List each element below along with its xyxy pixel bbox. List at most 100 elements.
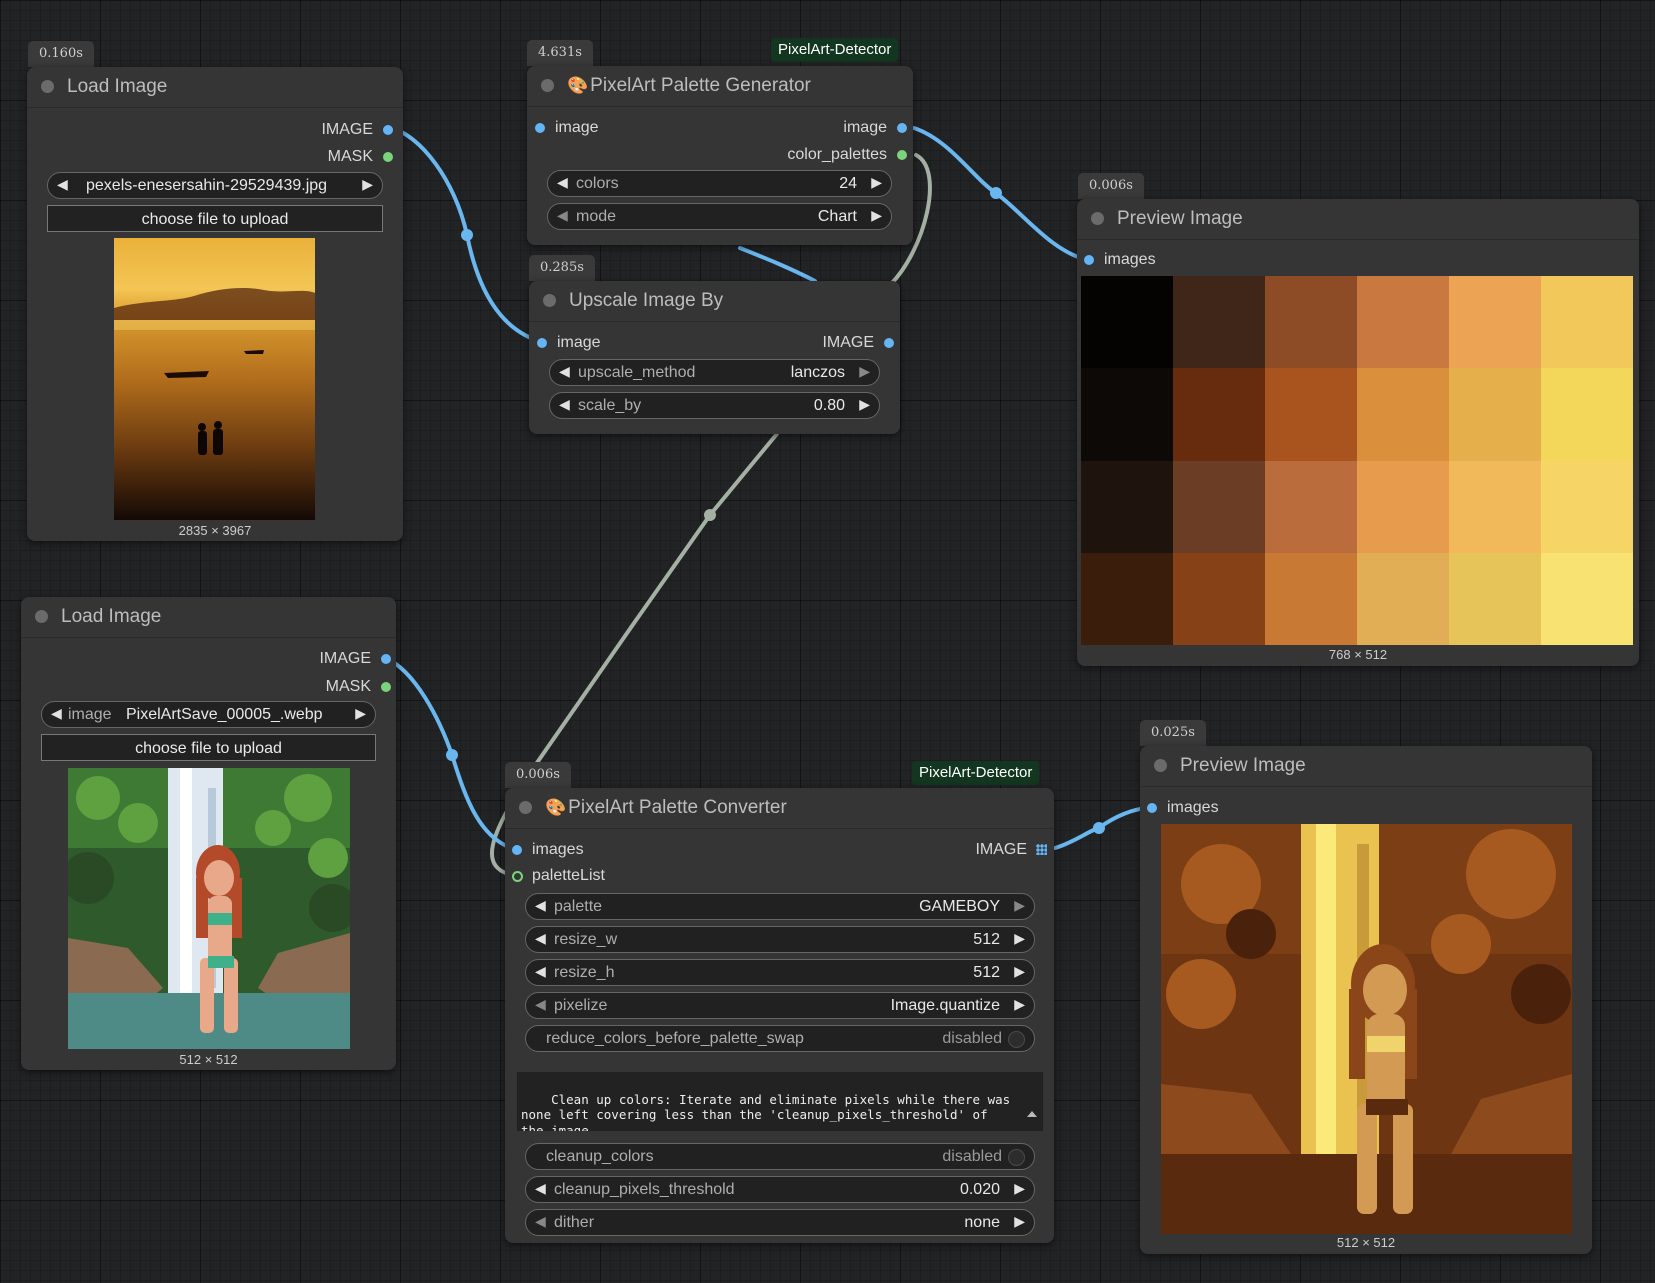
preview-image-node-1[interactable]: Preview Image images 768 × 512 bbox=[1077, 199, 1639, 666]
arrow-left-icon[interactable]: ◀ bbox=[557, 174, 568, 191]
resize-h-widget[interactable]: ◀ resize_h 512 ▶ bbox=[525, 959, 1035, 986]
output-image[interactable]: IMAGE bbox=[975, 839, 1047, 861]
input-port-icon[interactable] bbox=[1147, 803, 1157, 813]
preview-image-node-2[interactable]: Preview Image images 512 × 512 bbox=[1140, 746, 1592, 1254]
arrow-left-icon[interactable]: ◀ bbox=[559, 363, 570, 380]
node-title-bar[interactable]: Upscale Image By bbox=[529, 281, 900, 322]
output-mask[interactable]: MASK bbox=[326, 676, 391, 698]
arrow-right-icon[interactable]: ▶ bbox=[859, 396, 870, 413]
input-port-icon[interactable] bbox=[512, 845, 522, 855]
toggle-knob-icon[interactable] bbox=[1008, 1031, 1025, 1048]
arrow-left-icon[interactable]: ◀ bbox=[51, 705, 62, 722]
upload-button[interactable]: choose file to upload bbox=[47, 205, 383, 232]
output-image[interactable]: IMAGE bbox=[319, 648, 391, 670]
reroute-dot[interactable] bbox=[446, 749, 458, 761]
arrow-right-icon[interactable]: ▶ bbox=[871, 207, 882, 224]
arrow-right-icon[interactable]: ▶ bbox=[871, 174, 882, 191]
reroute-dot[interactable] bbox=[1093, 822, 1105, 834]
reroute-dot[interactable] bbox=[990, 187, 1002, 199]
node-title-bar[interactable]: 🎨 PixelArt Palette Converter bbox=[505, 788, 1054, 829]
textarea-scrollbar[interactable] bbox=[1025, 1077, 1039, 1131]
pixelize-combo-widget[interactable]: ◀ pixelize Image.quantize ▶ bbox=[525, 992, 1035, 1019]
arrow-left-icon[interactable]: ◀ bbox=[559, 396, 570, 413]
output-color-palettes[interactable]: color_palettes bbox=[787, 144, 907, 166]
input-image[interactable]: image bbox=[537, 332, 601, 354]
link-converter-to-preview2[interactable] bbox=[1053, 806, 1152, 850]
input-images[interactable]: images bbox=[1147, 797, 1219, 819]
collapse-dot-icon[interactable] bbox=[541, 79, 554, 92]
input-port-icon[interactable] bbox=[535, 123, 545, 133]
collapse-dot-icon[interactable] bbox=[1091, 212, 1104, 225]
reroute-dot[interactable] bbox=[461, 229, 473, 241]
output-image[interactable]: image bbox=[843, 117, 907, 139]
output-image[interactable]: IMAGE bbox=[822, 332, 894, 354]
arrow-right-icon[interactable]: ▶ bbox=[362, 176, 373, 193]
output-port-icon[interactable] bbox=[381, 682, 391, 692]
arrow-left-icon[interactable]: ◀ bbox=[57, 176, 68, 193]
toggle-knob-icon[interactable] bbox=[1008, 1149, 1025, 1166]
output-port-icon[interactable] bbox=[383, 152, 393, 162]
arrow-left-icon[interactable]: ◀ bbox=[535, 897, 546, 914]
output-mask[interactable]: MASK bbox=[328, 146, 393, 168]
node-title-bar[interactable]: 🎨 PixelArt Palette Generator bbox=[527, 66, 913, 107]
output-port-icon[interactable] bbox=[383, 125, 393, 135]
arrow-right-icon[interactable]: ▶ bbox=[1014, 963, 1025, 980]
upscale-method-widget[interactable]: ◀ upscale_method lanczos ▶ bbox=[549, 359, 880, 386]
input-images[interactable]: images bbox=[512, 839, 584, 861]
node-title-bar[interactable]: Preview Image bbox=[1140, 746, 1592, 787]
image-file-select[interactable]: ◀ pexels-enesersahin-29529439.jpg ▶ bbox=[47, 172, 383, 199]
link-generator-to-preview1[interactable] bbox=[912, 126, 1090, 262]
mode-combo-widget[interactable]: ◀ mode Chart ▶ bbox=[547, 203, 892, 230]
link-load2-to-converter[interactable] bbox=[383, 656, 519, 852]
palette-generator-node[interactable]: 🎨 PixelArt Palette Generator image image … bbox=[527, 66, 913, 245]
reduce-colors-toggle[interactable]: reduce_colors_before_palette_swap disabl… bbox=[525, 1025, 1035, 1052]
arrow-left-icon[interactable]: ◀ bbox=[535, 1180, 546, 1197]
node-title-bar[interactable]: Load Image bbox=[21, 597, 396, 638]
palette-combo-widget[interactable]: ◀ palette GAMEBOY ▶ bbox=[525, 893, 1035, 920]
description-textarea[interactable]: Clean up colors: Iterate and eliminate p… bbox=[517, 1072, 1043, 1131]
arrow-right-icon[interactable]: ▶ bbox=[859, 363, 870, 380]
colors-number-widget[interactable]: ◀ colors 24 ▶ bbox=[547, 170, 892, 197]
arrow-right-icon[interactable]: ▶ bbox=[1014, 1180, 1025, 1197]
arrow-right-icon[interactable]: ▶ bbox=[1014, 930, 1025, 947]
arrow-left-icon[interactable]: ◀ bbox=[535, 963, 546, 980]
collapse-dot-icon[interactable] bbox=[41, 80, 54, 93]
link-upscale-to-generator[interactable] bbox=[738, 246, 817, 283]
arrow-left-icon[interactable]: ◀ bbox=[535, 1213, 546, 1230]
collapse-dot-icon[interactable] bbox=[35, 610, 48, 623]
input-port-icon[interactable] bbox=[512, 871, 523, 882]
palette-converter-node[interactable]: 🎨 PixelArt Palette Converter images palet… bbox=[505, 788, 1054, 1243]
node-title-bar[interactable]: Preview Image bbox=[1077, 199, 1639, 240]
arrow-right-icon[interactable]: ▶ bbox=[355, 705, 366, 722]
collapse-dot-icon[interactable] bbox=[1154, 759, 1167, 772]
output-port-icon[interactable] bbox=[897, 123, 907, 133]
node-title-bar[interactable]: Load Image bbox=[27, 67, 403, 108]
image-file-select[interactable]: ◀ image PixelArtSave_00005_.webp ▶ bbox=[41, 701, 376, 728]
link-load1-to-upscale[interactable] bbox=[389, 126, 544, 344]
resize-w-widget[interactable]: ◀ resize_w 512 ▶ bbox=[525, 926, 1035, 953]
arrow-right-icon[interactable]: ▶ bbox=[1014, 1213, 1025, 1230]
reroute-dot[interactable] bbox=[704, 509, 716, 521]
dither-combo-widget[interactable]: ◀ dither none ▶ bbox=[525, 1209, 1035, 1236]
collapse-dot-icon[interactable] bbox=[519, 801, 532, 814]
cleanup-threshold-widget[interactable]: ◀ cleanup_pixels_threshold 0.020 ▶ bbox=[525, 1176, 1035, 1203]
input-port-icon[interactable] bbox=[1084, 255, 1094, 265]
input-image[interactable]: image bbox=[535, 117, 599, 139]
cleanup-colors-toggle[interactable]: cleanup_colors disabled bbox=[525, 1143, 1035, 1170]
upload-button[interactable]: choose file to upload bbox=[41, 734, 376, 761]
upscale-image-node[interactable]: Upscale Image By image IMAGE ◀ upscale_m… bbox=[529, 281, 900, 434]
output-port-icon[interactable] bbox=[897, 150, 907, 160]
grid-output-port-icon[interactable] bbox=[1036, 844, 1047, 855]
input-port-icon[interactable] bbox=[537, 338, 547, 348]
arrow-right-icon[interactable]: ▶ bbox=[1014, 897, 1025, 914]
input-images[interactable]: images bbox=[1084, 249, 1156, 271]
output-image[interactable]: IMAGE bbox=[321, 119, 393, 141]
output-port-icon[interactable] bbox=[884, 338, 894, 348]
arrow-left-icon[interactable]: ◀ bbox=[535, 996, 546, 1013]
collapse-dot-icon[interactable] bbox=[543, 294, 556, 307]
arrow-left-icon[interactable]: ◀ bbox=[557, 207, 568, 224]
load-image-node-1[interactable]: Load Image IMAGE MASK ◀ pexels-enesersah… bbox=[27, 67, 403, 541]
scale-by-widget[interactable]: ◀ scale_by 0.80 ▶ bbox=[549, 392, 880, 419]
arrow-right-icon[interactable]: ▶ bbox=[1014, 996, 1025, 1013]
input-palette-list[interactable]: paletteList bbox=[512, 865, 605, 887]
